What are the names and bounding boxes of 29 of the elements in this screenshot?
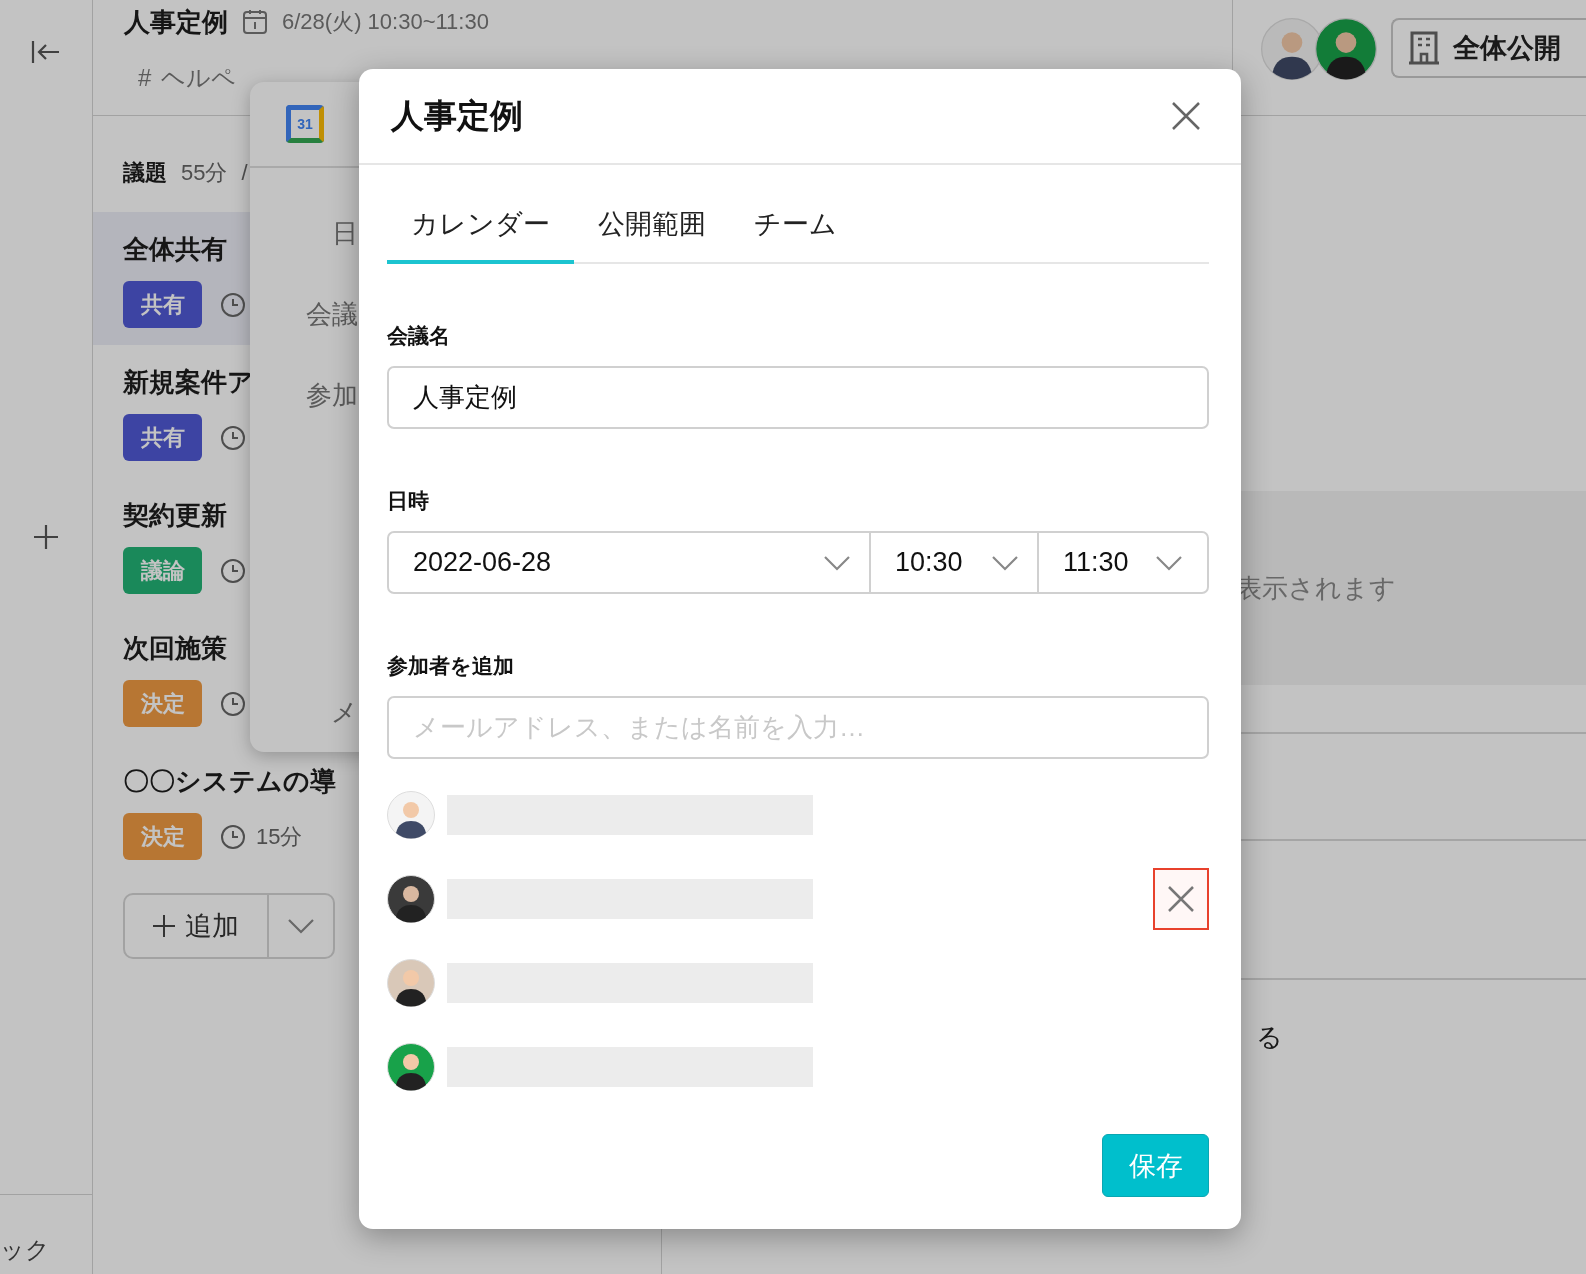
sidebar-label: ック	[0, 1235, 50, 1265]
duration-text: 15分	[256, 822, 303, 851]
category-tag: 決定	[123, 680, 202, 727]
field-label: 会議	[305, 298, 358, 331]
field-label: 参加者を追加	[387, 653, 515, 679]
meeting-title: 人事定例	[124, 5, 228, 39]
field-label: 会議名	[387, 323, 451, 349]
category-tag: 共有	[123, 281, 202, 328]
field-label: メ	[330, 696, 358, 729]
agenda-title: 全体共有	[123, 233, 227, 266]
category-tag: 議論	[123, 547, 202, 594]
separator-text: /	[241, 160, 248, 186]
agenda-title: 〇〇システムの導	[123, 765, 336, 798]
meeting-datetime: 6/28(火) 10:30~11:30	[282, 8, 489, 36]
agenda-label: 議題	[123, 159, 167, 187]
dialog-title: 人事定例	[391, 95, 524, 136]
category-tag: 共有	[123, 414, 202, 461]
channel-name: ヘルペ	[161, 63, 237, 93]
field-label: 参加	[305, 379, 358, 412]
channel-mark: #	[138, 64, 152, 92]
agenda-title: 契約更新	[123, 499, 227, 532]
calendar-logo: 31	[286, 105, 324, 143]
agenda-title: 次回施策	[123, 632, 227, 665]
panel-text: る	[1256, 1022, 1283, 1052]
category-tag: 決定	[123, 813, 202, 860]
agenda-duration: 55分	[181, 159, 228, 187]
field-label: 日	[331, 217, 358, 250]
agenda-title: 新規案件ア	[123, 366, 254, 399]
field-label: 日時	[387, 488, 430, 514]
